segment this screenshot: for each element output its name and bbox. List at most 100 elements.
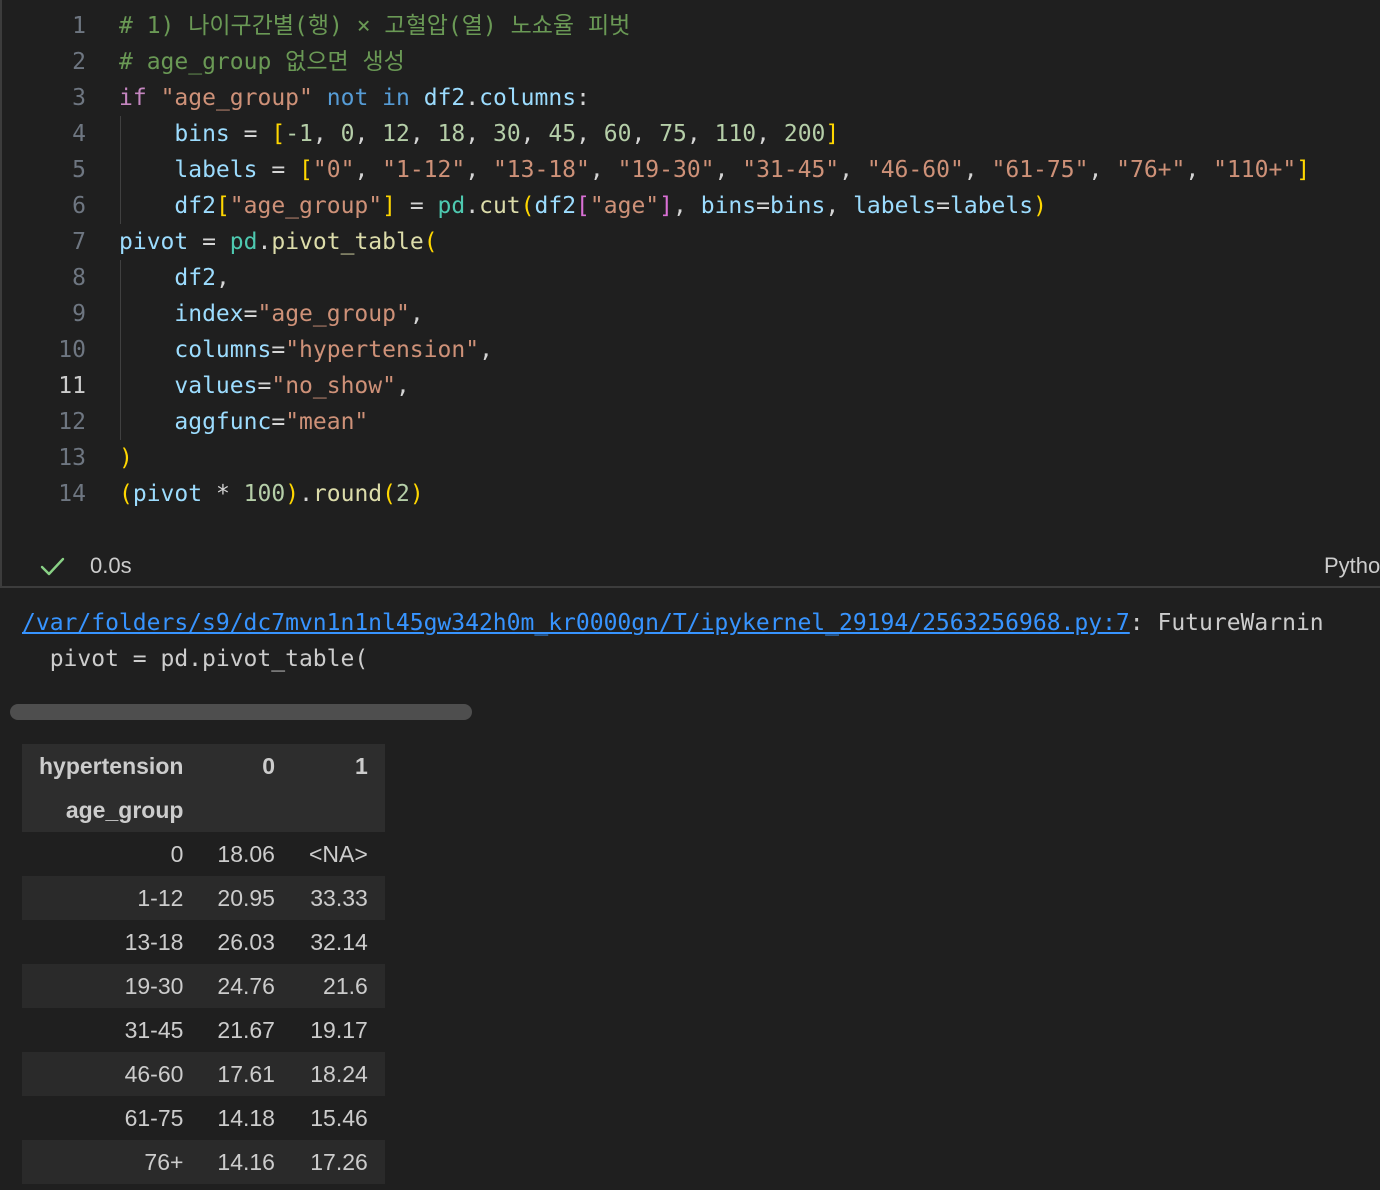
code-text[interactable]: # 1) 나이구간별(행) × 고혈압(열) 노쇼율 피벗	[119, 8, 630, 44]
pivot-dataframe-table: hypertension 0 1 age_group 0 18.06 <NA> 1-1…	[22, 744, 385, 1184]
horizontal-scrollbar[interactable]	[10, 704, 472, 720]
code-token: "76+"	[1116, 157, 1186, 183]
table-cell: 33.33	[291, 876, 385, 920]
code-text[interactable]: labels = ["0", "1-12", "13-18", "19-30",…	[119, 152, 1310, 188]
code-token: "hypertension"	[285, 337, 480, 363]
code-token: df2	[423, 85, 466, 111]
code-token: ,	[479, 337, 493, 363]
column-header: 0	[200, 744, 292, 788]
line-number: 7	[72, 229, 86, 255]
code-text[interactable]: if "age_group" not in df2.columns:	[119, 80, 590, 116]
code-text[interactable]: bins = [-1, 0, 12, 18, 30, 45, 60, 75, 1…	[119, 116, 839, 152]
code-token: =	[271, 409, 286, 435]
table-row: 61-75 14.18 15.46	[22, 1096, 385, 1140]
code-cell[interactable]: 1 # 1) 나이구간별(행) × 고혈압(열) 노쇼율 피벗 2 # age_gro…	[0, 0, 1380, 588]
code-token: df2	[534, 193, 577, 219]
code-token: =	[756, 193, 770, 219]
code-token: =	[257, 157, 300, 183]
code-token: "age_group"	[229, 193, 383, 219]
code-token: "13-18"	[492, 157, 590, 183]
code-token: "age_group"	[257, 301, 410, 327]
cell-output: /var/folders/s9/dc7mvn1n1nl45gw342h0m_kr…	[0, 590, 1380, 1190]
code-text[interactable]: pivot = pd.pivot_table(	[119, 224, 438, 260]
code-token: ,	[354, 121, 383, 147]
code-text[interactable]: )	[119, 440, 133, 476]
table-row: 46-60 17.61 18.24	[22, 1052, 385, 1096]
code-token: =	[257, 373, 272, 399]
code-text[interactable]: index="age_group",	[119, 296, 424, 332]
line-number: 14	[58, 481, 86, 507]
empty-header-cell	[291, 788, 385, 832]
code-token: )	[1033, 193, 1047, 219]
code-token: aggfunc	[174, 409, 272, 435]
code-token: :	[576, 85, 590, 111]
code-token: *	[202, 481, 244, 507]
kernel-language-label[interactable]: Pytho	[1324, 553, 1380, 579]
code-token: 60	[603, 121, 632, 147]
code-token: 12	[382, 121, 410, 147]
table-header-row: hypertension 0 1	[22, 744, 385, 788]
table-cell: 15.46	[310, 1104, 368, 1131]
code-token: bins	[769, 193, 826, 219]
table-cell: 14.16	[200, 1140, 292, 1184]
code-text[interactable]: values="no_show",	[119, 368, 410, 404]
line-number: 5	[72, 157, 86, 183]
code-token: 2	[396, 481, 410, 507]
line-number: 2	[72, 49, 86, 75]
code-token: ,	[1088, 157, 1117, 183]
row-index-label: 31-45	[124, 1016, 184, 1043]
code-token: ,	[409, 301, 424, 327]
warning-source-line: pivot = pd.pivot_table(	[22, 646, 369, 672]
cell-status-bar: 0.0s Pytho	[2, 548, 1380, 584]
warning-file-link[interactable]: /var/folders/s9/dc7mvn1n1nl45gw342h0m_kr…	[22, 610, 1130, 636]
code-text[interactable]: (pivot * 100).round(2)	[119, 476, 424, 512]
line-number: 8	[72, 265, 86, 291]
code-token: (	[423, 229, 438, 255]
line-number: 6	[72, 193, 86, 219]
code-token: )	[409, 481, 424, 507]
table-row: 31-45 21.67 19.17	[22, 1008, 385, 1052]
code-token: ,	[825, 193, 854, 219]
code-token: df2	[174, 193, 216, 219]
code-token: ,	[395, 373, 410, 399]
table-cell: 21.67	[217, 1016, 275, 1043]
code-text[interactable]: df2["age_group"] = pd.cut(df2["age"], bi…	[119, 188, 1047, 224]
code-token: ,	[312, 121, 341, 147]
code-token: 75	[659, 121, 687, 147]
code-token: .	[465, 193, 480, 219]
line-number: 4	[72, 121, 86, 147]
code-token: 30	[492, 121, 521, 147]
code-token: =	[229, 121, 272, 147]
line-number: 13	[58, 445, 86, 471]
code-token: if	[119, 85, 147, 111]
code-token: 110	[714, 121, 757, 147]
table-cell: 24.76	[200, 964, 292, 1008]
line-number: 9	[72, 301, 86, 327]
code-token: # age_group 없으면 생성	[119, 49, 405, 75]
code-token: .	[257, 229, 272, 255]
code-token: "46-60"	[866, 157, 964, 183]
code-token: (	[119, 481, 133, 507]
code-token: ,	[756, 121, 784, 147]
code-text[interactable]: aggfunc="mean"	[119, 404, 368, 440]
code-text[interactable]: # age_group 없으면 생성	[119, 44, 405, 80]
empty-header-cell	[200, 788, 292, 832]
code-token: "0"	[312, 157, 355, 183]
line-number: 1	[72, 13, 86, 39]
code-text[interactable]: df2,	[119, 260, 229, 296]
code-token: -1	[285, 121, 313, 147]
table-row: 76+ 14.16 17.26	[22, 1140, 385, 1184]
table-cell: 19.17	[310, 1016, 368, 1043]
code-token: ,	[631, 121, 660, 147]
code-token: =	[395, 193, 438, 219]
table-row: 13-18 26.03 32.14	[22, 920, 385, 964]
code-token: 0	[340, 121, 355, 147]
code-token: 200	[783, 121, 826, 147]
code-text[interactable]: columns="hypertension",	[119, 332, 493, 368]
